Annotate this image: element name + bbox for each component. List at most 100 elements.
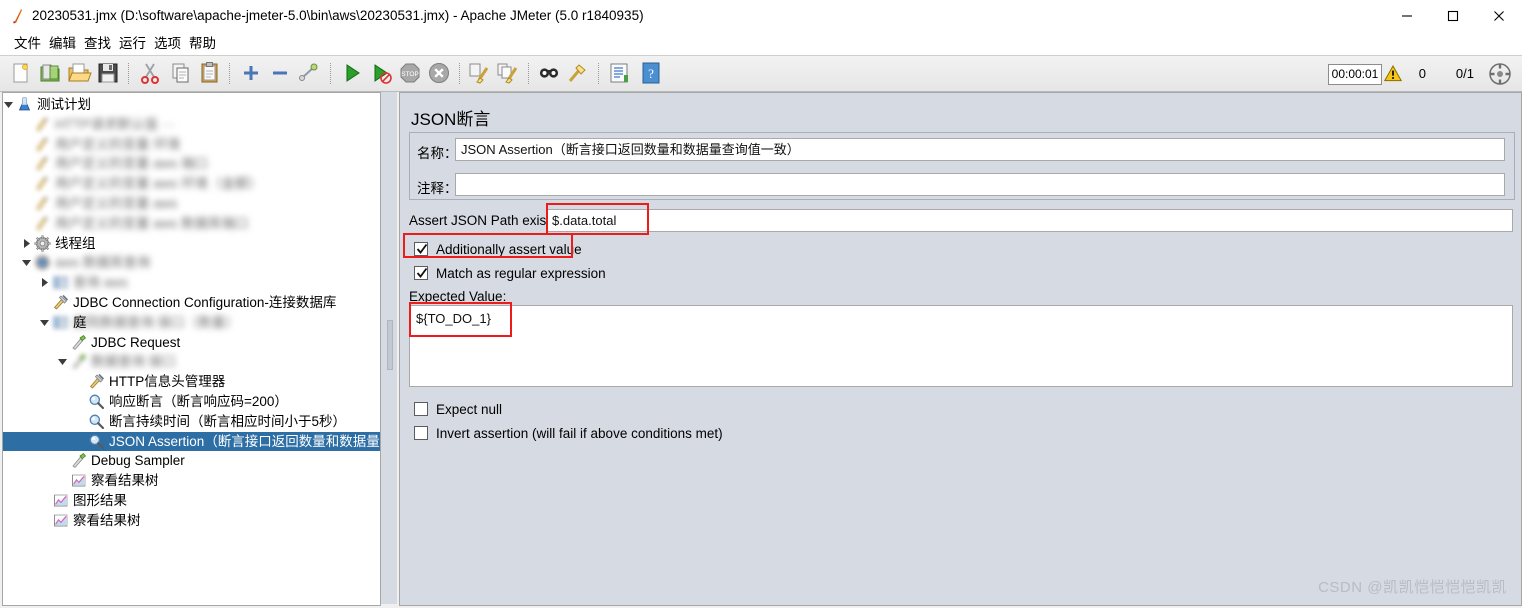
tree-toggle-collapsed[interactable] [21,238,32,249]
stop-icon[interactable]: STOP [397,60,424,87]
start-icon[interactable] [339,60,366,87]
tree-item-thread-group[interactable]: 线程组 [3,234,380,253]
json-assertion-panel: JSON断言 名称： JSON Assertion（断言接口返回数量和数据量查询… [399,92,1522,606]
active-thread-count: 0/1 [1455,66,1474,81]
tree-item-json-assertion[interactable]: JSON Assertion（断言接口返回数量和数据量查询值 [3,431,380,451]
collapse-icon[interactable] [267,60,294,87]
minimize-button[interactable] [1384,0,1430,31]
tree-item-jdbc-config[interactable]: JDBC Connection Configuration-连接数据库 [3,293,380,312]
sampler-icon [70,353,87,370]
warning-triangle-icon[interactable] [1383,64,1403,82]
tree-item-blurred-1[interactable]: HTTP请求默认值 ··· [3,115,380,134]
tree-item-label: 断言持续时间（断言相应时间小于5秒） [109,413,347,429]
menu-search[interactable]: 查找 [80,35,115,53]
tree-item-blurred-2[interactable]: 用户定义的变量 环境 [3,135,380,154]
new-icon[interactable] [8,60,35,87]
clear-icon[interactable] [466,60,493,87]
tree-item-http-header[interactable]: HTTP信息头管理器 [3,372,380,391]
tree-toggle-expanded[interactable] [3,99,14,110]
tree-toggle-collapsed[interactable] [39,277,50,288]
title-bar: 20230531.jmx (D:\software\apache-jmeter-… [0,0,1522,33]
maximize-button[interactable] [1430,0,1476,31]
svg-text:STOP: STOP [401,71,419,78]
tree-toggle-expanded[interactable] [21,257,32,268]
tree-item-blurred-10[interactable]: 数据查询 接口 [3,352,380,371]
tree-item-graph-results[interactable]: 图形结果 [3,491,380,510]
start-no-timers-icon[interactable] [368,60,395,87]
tree-item-label: 察看结果树 [91,473,159,489]
listener-icon [52,512,69,529]
config-icon [34,175,51,192]
menu-edit[interactable]: 编辑 [45,35,80,53]
tree-item-blurred-5[interactable]: 用户定义的变量 aws [3,194,380,213]
tree-item-label: 数据查询 接口 [91,354,176,370]
elapsed-timer: 00:00:01 [1328,64,1382,85]
help-icon[interactable]: ? [638,60,665,87]
thread-group-icon [34,234,51,252]
search-reset-icon[interactable] [565,60,592,87]
json-path-input[interactable]: $.data.total [546,209,1513,232]
copy-icon[interactable] [168,60,195,87]
tree-item-label: 测试计划 [37,97,91,112]
clear-all-icon[interactable] [495,60,522,87]
tree-item-blurred-9[interactable]: 庭院数据查询 接口（数量）庭 [3,313,380,332]
toggle-icon[interactable] [296,60,323,87]
tree-item-view-results-2[interactable]: 察看结果树 [3,511,380,530]
test-plan-tree[interactable]: 测试计划 HTTP请求默认值 ··· 用户定义的变量 环境用户定义的变量 aws 端… [2,92,381,606]
function-helper-icon[interactable] [606,60,633,87]
tree-item-blurred-3[interactable]: 用户定义的变量 aws 端口 [3,154,380,173]
open-icon[interactable] [66,60,93,87]
templates-icon[interactable] [37,60,64,87]
tree-item-blurred-8[interactable]: 查询 aws [3,273,380,292]
save-icon[interactable] [95,60,122,87]
tree-item-blurred-4[interactable]: 用户定义的变量 aws 环境（金额） [3,174,380,193]
assertion-icon [88,433,105,450]
watermark: CSDN @凯凯恺恺恺恺凯凯 [1318,579,1507,596]
tree-toggle-expanded[interactable] [57,356,68,367]
tree-item-debug-sampler[interactable]: Debug Sampler [3,451,380,470]
tree-item-duration-assert[interactable]: 断言持续时间（断言相应时间小于5秒） [3,412,380,431]
checkbox-box [414,402,428,416]
tree-item-label: 响应断言（断言响应码=200） [109,394,288,409]
shutdown-icon[interactable] [426,60,453,87]
tree-item-label: 线程组 [55,235,96,251]
expand-icon[interactable] [238,60,265,87]
search-icon[interactable] [536,60,563,87]
tree-item-test-plan[interactable]: 测试计划 [3,95,380,114]
cut-icon[interactable] [137,60,164,87]
tree-item-label: 用户定义的变量 aws 端口 [55,156,209,172]
split-divider-grip[interactable] [387,320,393,370]
tree-item-blurred-7[interactable]: aws 数据库查询 [3,253,380,272]
tree-item-label: 察看结果树 [73,512,141,528]
controller-icon [52,314,69,331]
menu-file[interactable]: 文件 [10,35,45,53]
expected-value-textarea[interactable]: ${TO_DO_1} [409,305,1513,387]
page-title: JSON断言 [411,110,491,129]
checkbox-box [414,266,428,280]
tree-item-blurred-6[interactable]: 用户定义的变量 aws 数据库端口 [3,214,380,233]
menu-run[interactable]: 运行 [115,35,150,53]
scroll-target-icon[interactable] [1488,62,1512,86]
sampler-icon [70,452,87,469]
menu-options[interactable]: 选项 [150,35,185,53]
jmeter-feather-icon [9,7,27,25]
config-icon [34,116,51,133]
close-button[interactable] [1476,0,1522,31]
window-title: 20230531.jmx (D:\software\apache-jmeter-… [32,8,644,23]
tree-item-jdbc-request[interactable]: JDBC Request [3,333,380,352]
config-icon [34,215,51,232]
tree-item-response-assert[interactable]: 响应断言（断言响应码=200） [3,392,380,411]
tree-item-label: 用户定义的变量 环境 [55,136,181,152]
tree-item-view-results-1[interactable]: 察看结果树 [3,471,380,490]
menu-help[interactable]: 帮助 [185,35,220,53]
comment-input[interactable] [455,173,1505,196]
checkbox-box [414,426,428,440]
tree-item-label: 庭院数据查询 接口（数量） [73,314,239,330]
menu-bar: 文件 编辑 查找 运行 选项 帮助 [0,32,1522,55]
tree-item-label: 用户定义的变量 aws [55,196,178,211]
name-input[interactable]: JSON Assertion（断言接口返回数量和数据量查询值一致） [455,138,1505,161]
assertion-icon [88,413,105,430]
tree-toggle-expanded[interactable] [39,317,50,328]
paste-icon[interactable] [197,60,224,87]
assertion-icon [88,393,105,410]
